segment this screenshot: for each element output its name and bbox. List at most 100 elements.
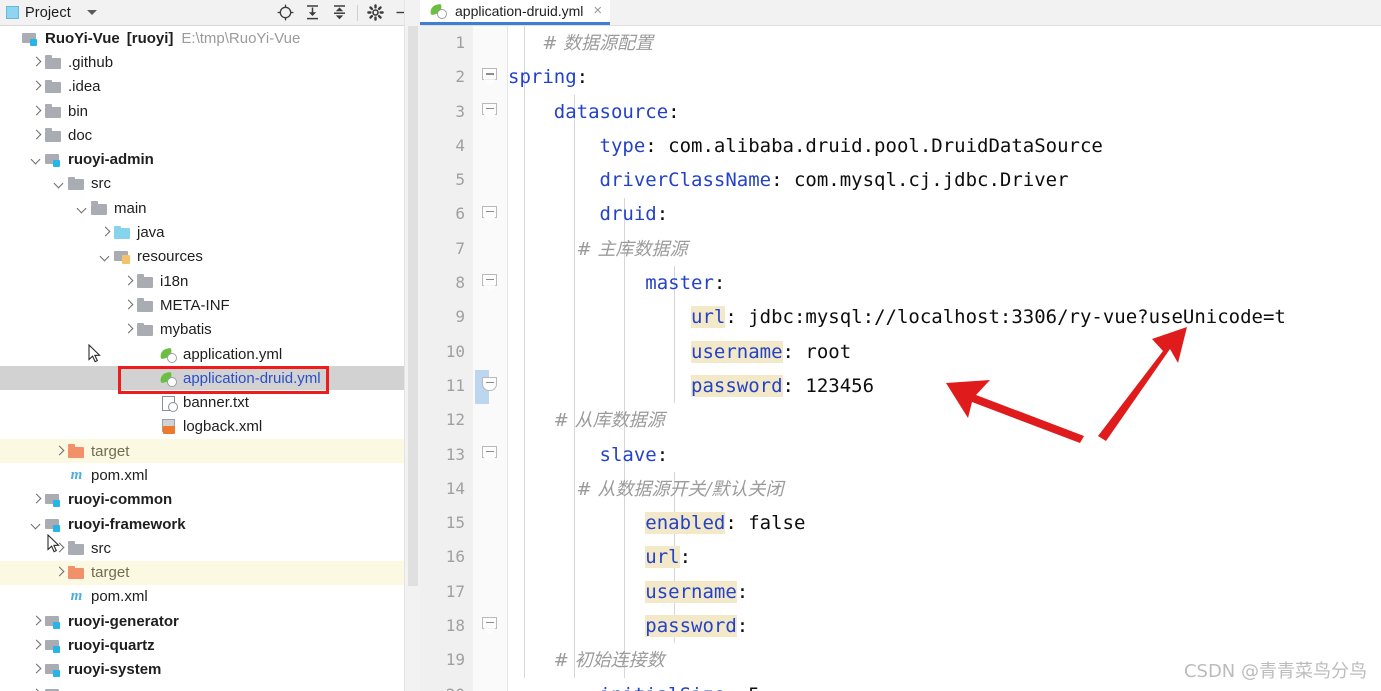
tree-row[interactable]: i18n [0,269,420,293]
code-value: : jdbc:mysql://localhost:3306/ry-vue?use… [725,306,1286,329]
code-editor[interactable]: 1234567891011121314151617181920 # 数据源配置s… [420,26,1381,691]
chevron-down-icon[interactable] [77,203,88,214]
code-line[interactable]: username: root [508,335,1381,369]
close-icon[interactable]: × [593,3,602,18]
project-tree-scroll[interactable]: RuoYi-Vue [ruoyi] E:\tmp\RuoYi-Vue .github.… [0,26,420,691]
gear-icon[interactable] [362,1,389,25]
fold-toggle-icon[interactable] [482,68,497,87]
tree-row-label: src [91,539,111,557]
tree-row[interactable]: logback.xml [0,415,420,439]
fold-toggle-icon[interactable] [482,102,497,122]
tree-row[interactable]: src [0,172,420,196]
chevron-right-icon[interactable] [123,300,134,311]
code-line[interactable]: # 数据源配置 [508,26,1381,60]
code-line[interactable]: datasource: [508,95,1381,129]
code-line[interactable]: password: [508,609,1381,643]
chevron-right-icon[interactable] [123,324,134,335]
chevron-right-icon[interactable] [54,567,65,578]
tree-row[interactable]: .idea [0,75,420,99]
chevron-down-icon[interactable] [54,178,65,189]
tree-row[interactable]: ruoyi-quartz [0,633,420,657]
chevron-right-icon[interactable] [31,494,42,505]
tree-row[interactable]: ruoyi-system [0,658,420,682]
chevron-right-icon[interactable] [31,640,42,651]
chevron-down-icon[interactable] [31,154,42,165]
chevron-right-icon[interactable] [31,664,42,675]
fold-toggle-icon[interactable] [482,377,497,396]
chevron-right-icon[interactable] [31,81,42,92]
code-line[interactable]: url: [508,540,1381,574]
locate-icon[interactable] [272,1,299,25]
tree-row[interactable]: ruoyi-generator [0,609,420,633]
code-line[interactable]: password: 123456 [508,369,1381,403]
project-panel-scrollbar-thumb[interactable] [408,26,418,586]
code-line[interactable]: type: com.alibaba.druid.pool.DruidDataSo… [508,129,1381,163]
code-line[interactable]: # 从数据源开关/默认关闭 [508,472,1381,506]
chevron-right-icon[interactable] [54,446,65,457]
tree-row[interactable]: META-INF [0,293,420,317]
code-line[interactable]: enabled: false [508,506,1381,540]
code-line[interactable]: slave: [508,438,1381,472]
line-number: 14 [445,478,465,498]
tree-row-label: bin [68,102,89,120]
code-line[interactable]: # 主库数据源 [508,232,1381,266]
chevron-right-icon[interactable] [100,227,111,238]
tree-row[interactable]: src [0,536,420,560]
tree-row[interactable]: ruoyi-framework [0,512,420,536]
code-line[interactable]: master: [508,266,1381,300]
code-text-content[interactable]: # 数据源配置 spring: datasource: type: com.ali… [508,26,1381,691]
chevron-right-icon[interactable] [54,543,65,554]
module-icon [45,662,62,678]
tree-row[interactable]: banner.txt [0,390,420,414]
tree-row[interactable]: main [0,196,420,220]
tree-row[interactable]: m pom.xml [0,585,420,609]
tree-row[interactable] [0,682,420,691]
tree-row[interactable]: resources [0,245,420,269]
fold-toggle-icon[interactable] [482,205,497,225]
project-panel-scrollbar-track[interactable] [404,0,420,691]
tree-row[interactable]: java [0,220,420,244]
tree-row[interactable]: m pom.xml [0,463,420,487]
editor-gutter[interactable]: 1234567891011121314151617181920 [420,26,508,691]
tree-row[interactable]: ruoyi-admin [0,147,420,171]
code-line[interactable]: url: jdbc:mysql://localhost:3306/ry-vue?… [508,300,1381,334]
chevron-right-icon[interactable] [31,130,42,141]
expand-all-icon[interactable] [299,1,326,25]
fold-toggle-icon[interactable] [482,445,497,465]
code-line[interactable]: spring: [508,60,1381,94]
code-value [508,375,691,397]
fold-toggle-icon[interactable] [482,274,497,293]
tree-row[interactable]: application.yml [0,342,420,366]
code-keyword: password [691,374,783,397]
tree-row[interactable]: target [0,439,420,464]
chevron-down-icon[interactable] [100,251,111,262]
code-line[interactable]: driverClassName: com.mysql.cj.jdbc.Drive… [508,163,1381,197]
chevron-right-icon[interactable] [31,616,42,627]
chevron-right-icon[interactable] [31,106,42,117]
tree-row[interactable]: .github [0,50,420,74]
code-value [508,684,600,691]
chevron-right-icon[interactable] [31,57,42,68]
fold-marker-column[interactable] [473,26,507,691]
chevron-right-icon[interactable] [123,276,134,287]
code-line[interactable]: # 从库数据源 [508,403,1381,437]
chevron-down-icon[interactable] [86,10,97,15]
tree-row[interactable]: bin [0,99,420,123]
project-panel-title-group[interactable]: Project [6,5,97,21]
tree-row[interactable]: doc [0,123,420,147]
tree-row[interactable]: RuoYi-Vue [ruoyi] E:\tmp\RuoYi-Vue [0,26,420,50]
tree-row[interactable]: target [0,560,420,585]
fold-toggle-icon[interactable] [482,617,497,636]
tree-row[interactable]: mybatis [0,318,420,342]
collapse-all-icon[interactable] [326,1,353,25]
code-line[interactable]: username: [508,575,1381,609]
editor-tab-application-druid[interactable]: application-druid.yml × [420,0,611,25]
code-line[interactable]: druid: [508,197,1381,231]
tree-row[interactable]: application-druid.yml [0,366,420,391]
tree-row[interactable]: ruoyi-common [0,488,420,512]
folder-icon [91,201,108,216]
toolbar-separator [357,4,358,21]
chevron-down-icon[interactable] [31,519,42,530]
